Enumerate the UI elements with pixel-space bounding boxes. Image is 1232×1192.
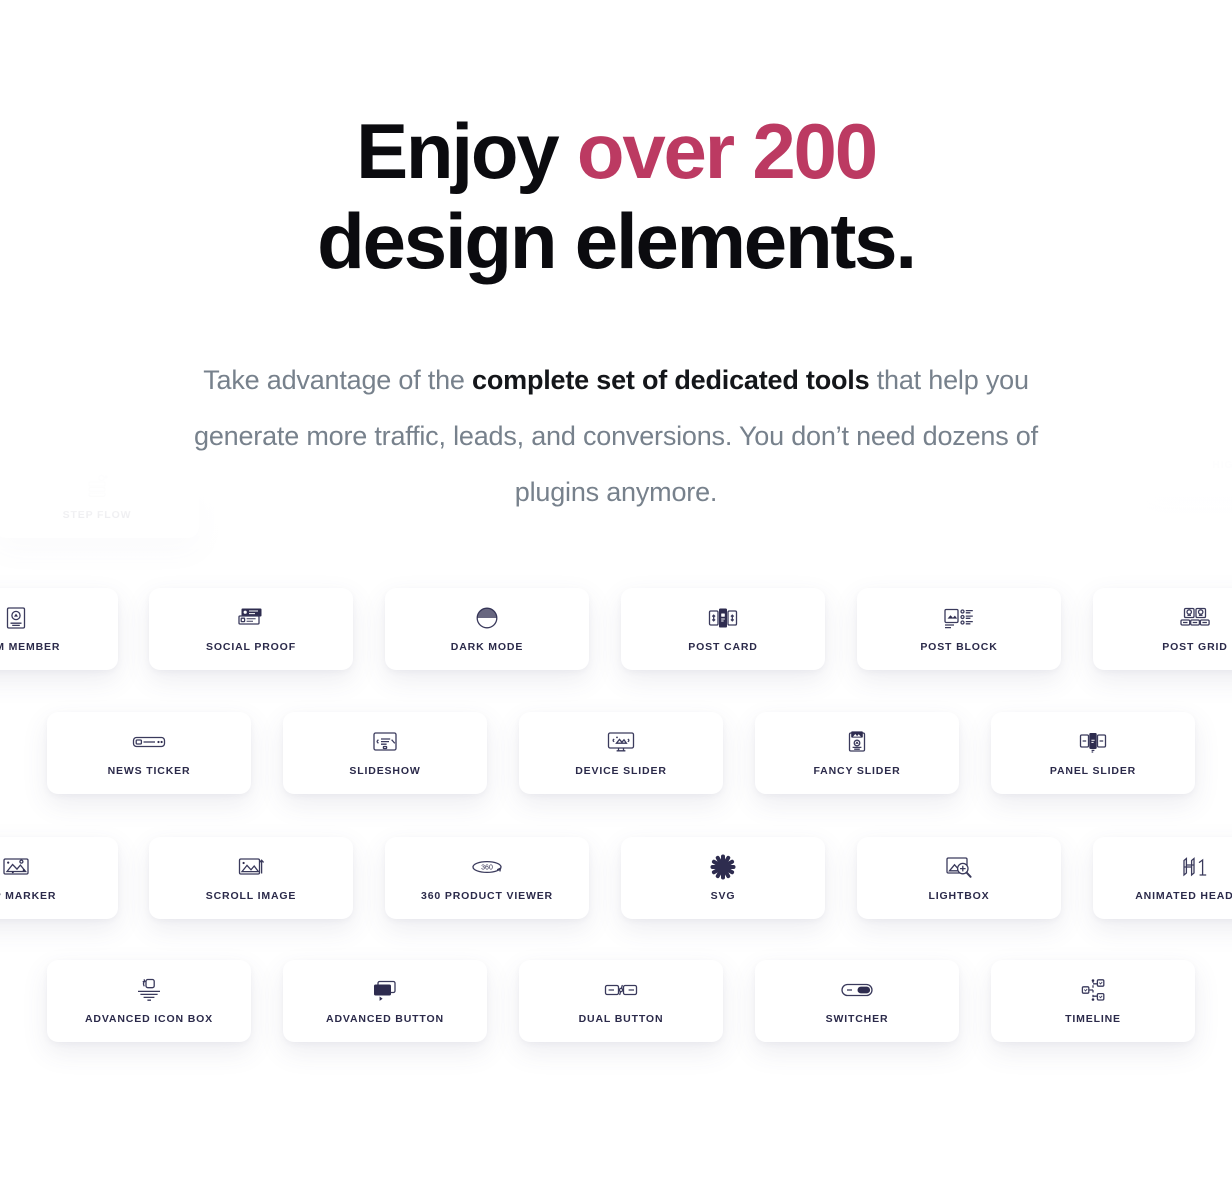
hero-section: Enjoy over 200 design elements. bbox=[0, 112, 1232, 280]
post-card-icon bbox=[707, 605, 739, 631]
element-card[interactable]: SLIDESHOW bbox=[283, 712, 487, 794]
headline-accent: over 200 bbox=[576, 107, 878, 195]
panel-slider-icon bbox=[1077, 729, 1109, 755]
element-card[interactable]: SCROLL IMAGE bbox=[149, 837, 353, 919]
page-title: Enjoy over 200 design elements. bbox=[0, 112, 1232, 280]
element-card-label: LIGHTBOX bbox=[928, 890, 990, 902]
element-card[interactable]: NEWS TICKER bbox=[47, 712, 251, 794]
element-card-label: STEP FLOW bbox=[62, 509, 132, 521]
element-card-label: FANCY SLIDER bbox=[813, 765, 901, 777]
dual-button-icon bbox=[603, 977, 639, 1003]
element-card-label: POST CARD bbox=[688, 641, 758, 653]
element-card-label: SCROLL IMAGE bbox=[205, 890, 297, 902]
element-card-label: SVG bbox=[710, 890, 736, 902]
element-card[interactable]: LIGHTBOX bbox=[857, 837, 1061, 919]
element-card-label: ANIMATED HEADING bbox=[1135, 890, 1232, 902]
device-slider-icon bbox=[605, 729, 637, 755]
element-card[interactable]: SVG bbox=[621, 837, 825, 919]
element-card-label: TIMELINE bbox=[1065, 1013, 1121, 1025]
advanced-icon-box-icon bbox=[134, 977, 164, 1003]
element-card[interactable]: MAP MARKER bbox=[0, 837, 118, 919]
element-card-label: DUAL BUTTON bbox=[578, 1013, 664, 1025]
post-block-icon bbox=[943, 605, 975, 631]
headline-part-1: Enjoy bbox=[356, 107, 577, 195]
element-card[interactable]: DEVICE SLIDER bbox=[519, 712, 723, 794]
element-card-label: SOCIAL PROOF bbox=[206, 641, 296, 653]
element-card-label: DEVICE SLIDER bbox=[575, 765, 667, 777]
advanced-button-icon bbox=[369, 977, 401, 1003]
element-card-label: DARK MODE bbox=[450, 641, 524, 653]
product-viewer-360-icon: 360 bbox=[469, 854, 505, 880]
element-card[interactable]: POST BLOCK bbox=[857, 588, 1061, 670]
svg-text:360: 360 bbox=[481, 864, 493, 871]
element-card[interactable]: DARK MODE bbox=[385, 588, 589, 670]
element-card[interactable]: TEAM MEMBER bbox=[0, 588, 118, 670]
switcher-icon bbox=[839, 977, 875, 1003]
element-card-label: PANEL SLIDER bbox=[1049, 765, 1137, 777]
element-card[interactable]: POST CARD bbox=[621, 588, 825, 670]
element-card[interactable]: SOCIAL PROOF bbox=[149, 588, 353, 670]
element-card-label: 360 PRODUCT VIEWER bbox=[421, 890, 553, 902]
scroll-image-icon bbox=[236, 854, 266, 880]
news-ticker-icon bbox=[132, 729, 166, 755]
lightbox-icon bbox=[944, 854, 974, 880]
element-card-label: POST GRID bbox=[1162, 641, 1228, 653]
element-card-label: ADVANCED ICON BOX bbox=[84, 1013, 213, 1025]
social-proof-icon bbox=[236, 605, 266, 631]
map-marker-icon bbox=[1, 854, 31, 880]
element-card[interactable]: POST GRID bbox=[1093, 588, 1232, 670]
element-card[interactable]: ANIMATED HEADING bbox=[1093, 837, 1232, 919]
element-card[interactable]: DUAL BUTTON bbox=[519, 960, 723, 1042]
element-card-label: NEWS TICKER bbox=[107, 765, 191, 777]
element-card[interactable]: PANEL SLIDER bbox=[991, 712, 1195, 794]
element-card[interactable]: ADVANCED BUTTON bbox=[283, 960, 487, 1042]
subtitle-part-1: Take advantage of the bbox=[203, 365, 473, 395]
element-card-label: ADVANCED BUTTON bbox=[326, 1013, 444, 1025]
page-root: STEP FLOW HIGHLIGHT TEAM MEMBER SOCIAL P… bbox=[0, 0, 1232, 1192]
slideshow-icon bbox=[370, 729, 400, 755]
dark-mode-icon bbox=[474, 605, 500, 631]
element-card-label: HIGHLIGHT bbox=[1212, 459, 1232, 471]
post-grid-icon bbox=[1179, 605, 1211, 631]
svg-icon bbox=[708, 854, 738, 880]
page-subtitle: Take advantage of the complete set of de… bbox=[186, 352, 1046, 520]
element-card[interactable]: SWITCHER bbox=[755, 960, 959, 1042]
element-card-label: SWITCHER bbox=[825, 1013, 889, 1025]
element-card[interactable]: HIGHLIGHT bbox=[1143, 406, 1232, 488]
element-card-label: SLIDESHOW bbox=[349, 765, 421, 777]
element-card[interactable]: FANCY SLIDER bbox=[755, 712, 959, 794]
element-card-label: TEAM MEMBER bbox=[0, 641, 61, 653]
element-card[interactable]: STEP FLOW bbox=[0, 456, 199, 538]
element-card[interactable]: 360 360 PRODUCT VIEWER bbox=[385, 837, 589, 919]
headline-line-2: design elements. bbox=[317, 197, 917, 285]
subtitle-bold: complete set of dedicated tools bbox=[472, 365, 870, 395]
animated-heading-icon bbox=[1178, 854, 1212, 880]
timeline-icon bbox=[1078, 977, 1108, 1003]
element-card-label: POST BLOCK bbox=[920, 641, 998, 653]
element-card[interactable]: TIMELINE bbox=[991, 960, 1195, 1042]
team-member-icon bbox=[3, 605, 29, 631]
element-card-label: MAP MARKER bbox=[0, 890, 57, 902]
fancy-slider-icon bbox=[844, 729, 870, 755]
element-card[interactable]: ADVANCED ICON BOX bbox=[47, 960, 251, 1042]
step-flow-icon bbox=[84, 473, 110, 499]
